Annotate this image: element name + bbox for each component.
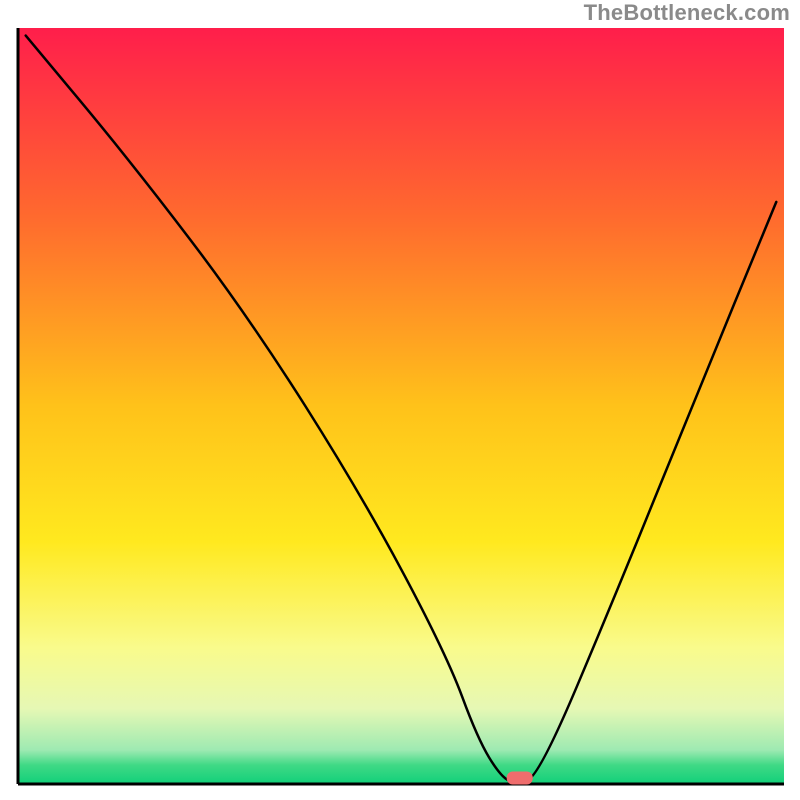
plot-background (18, 28, 784, 784)
chart-frame: TheBottleneck.com (0, 0, 800, 800)
min-marker (507, 771, 533, 784)
chart-svg (0, 0, 800, 800)
